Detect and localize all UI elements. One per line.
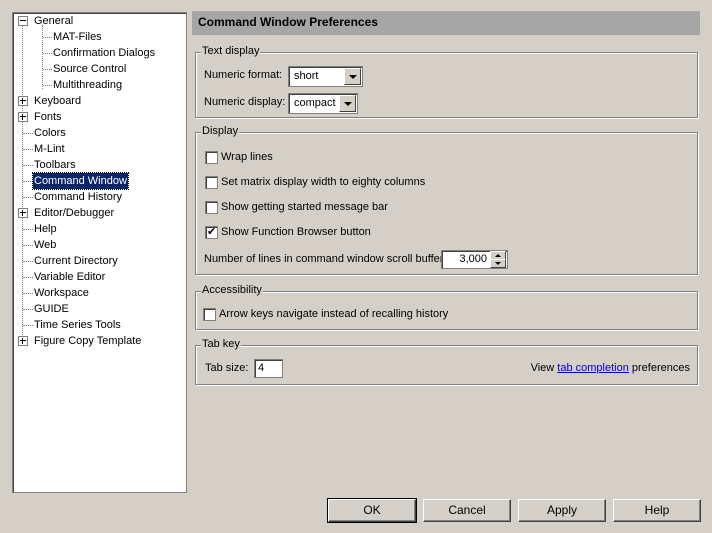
view-prefix: View [530, 362, 555, 374]
expand-icon[interactable] [18, 208, 28, 218]
tab-key-group: Tab key Tab size: 4 View tab completion … [195, 338, 698, 385]
function-browser-label[interactable]: Show Function Browser button [221, 226, 371, 238]
getting-started-label[interactable]: Show getting started message bar [221, 201, 388, 213]
tree-item-label: GUIDE [34, 303, 69, 315]
function-browser-checkbox[interactable] [205, 225, 218, 239]
tab-completion-link[interactable]: tab completion [557, 362, 629, 374]
group-title: Tab key [201, 338, 241, 350]
tree-item-label: Web [34, 239, 57, 251]
display-group: Display Wrap lines Set matrix display wi… [195, 125, 698, 275]
tree-item-label: Figure Copy Template [34, 335, 142, 347]
ok-button[interactable]: OK [327, 498, 417, 523]
numeric-display-select[interactable]: compact [288, 93, 358, 114]
tree-item-label: Editor/Debugger [34, 207, 115, 219]
tree-item-label: General [34, 15, 74, 27]
collapse-icon[interactable] [18, 16, 28, 26]
group-title: Display [201, 125, 240, 137]
scroll-buffer-spinner[interactable]: 3,000 [441, 250, 508, 269]
preferences-tree[interactable]: General MAT-Files Confirmation Dialogs S… [12, 12, 187, 493]
tree-item-label: Colors [34, 127, 66, 139]
wrap-lines-checkbox[interactable] [205, 151, 218, 164]
numeric-display-label: Numeric display: [204, 96, 286, 108]
tree-item-label: Multithreading [53, 79, 123, 91]
scroll-buffer-value: 3,000 [459, 253, 487, 265]
tree-item-label: M-Lint [34, 143, 65, 155]
tree-item-label: Keyboard [34, 95, 82, 107]
help-button[interactable]: Help [613, 499, 701, 522]
scroll-buffer-label: Number of lines in command window scroll… [204, 253, 447, 265]
tree-item-label: Command Window [32, 172, 129, 190]
text-display-group: Text display Numeric format: short Numer… [195, 45, 698, 118]
tree-item-label: Workspace [34, 287, 89, 299]
chevron-down-icon[interactable] [344, 68, 361, 85]
tree-item-label: Source Control [53, 63, 127, 75]
tab-completion-text: View tab completion preferences [531, 362, 690, 374]
numeric-display-value: compact [294, 97, 336, 109]
chevron-down-icon[interactable] [339, 95, 356, 112]
page-title: Command Window Preferences [198, 15, 378, 29]
numeric-format-value: short [294, 70, 319, 82]
tree-item-label: Current Directory [34, 255, 118, 267]
tree-item-label: Fonts [34, 111, 62, 123]
apply-button[interactable]: Apply [518, 499, 606, 522]
arrow-keys-checkbox[interactable] [203, 308, 216, 321]
expand-icon[interactable] [18, 336, 28, 346]
tree-item-label: Toolbars [34, 159, 76, 171]
wrap-lines-label[interactable]: Wrap lines [221, 151, 273, 163]
tree-item-label: Time Series Tools [34, 319, 121, 331]
tab-size-input[interactable]: 4 [254, 359, 283, 378]
page-header: Command Window Preferences [192, 11, 700, 35]
tab-size-value: 4 [258, 362, 265, 374]
view-suffix: preferences [631, 362, 690, 374]
accessibility-group: Accessibility Arrow keys navigate instea… [195, 284, 698, 330]
tree-item-label: Variable Editor [34, 271, 106, 283]
tree-item-label: Help [34, 223, 57, 235]
tree-item-label: Confirmation Dialogs [53, 47, 156, 59]
matrix-width-checkbox[interactable] [205, 176, 218, 189]
tree-item-label: MAT-Files [53, 31, 102, 43]
arrow-keys-label[interactable]: Arrow keys navigate instead of recalling… [219, 308, 448, 320]
numeric-format-select[interactable]: short [288, 66, 363, 87]
group-title: Text display [201, 45, 261, 57]
group-title: Accessibility [201, 284, 263, 296]
spinner-down-icon[interactable] [490, 259, 506, 268]
getting-started-checkbox[interactable] [205, 201, 218, 214]
matrix-width-label[interactable]: Set matrix display width to eighty colum… [221, 176, 425, 188]
tree-item-label: Command History [34, 191, 123, 203]
tab-size-label: Tab size: [205, 362, 249, 374]
expand-icon[interactable] [18, 112, 28, 122]
expand-icon[interactable] [18, 96, 28, 106]
numeric-format-label: Numeric format: [204, 69, 283, 81]
cancel-button[interactable]: Cancel [423, 499, 511, 522]
